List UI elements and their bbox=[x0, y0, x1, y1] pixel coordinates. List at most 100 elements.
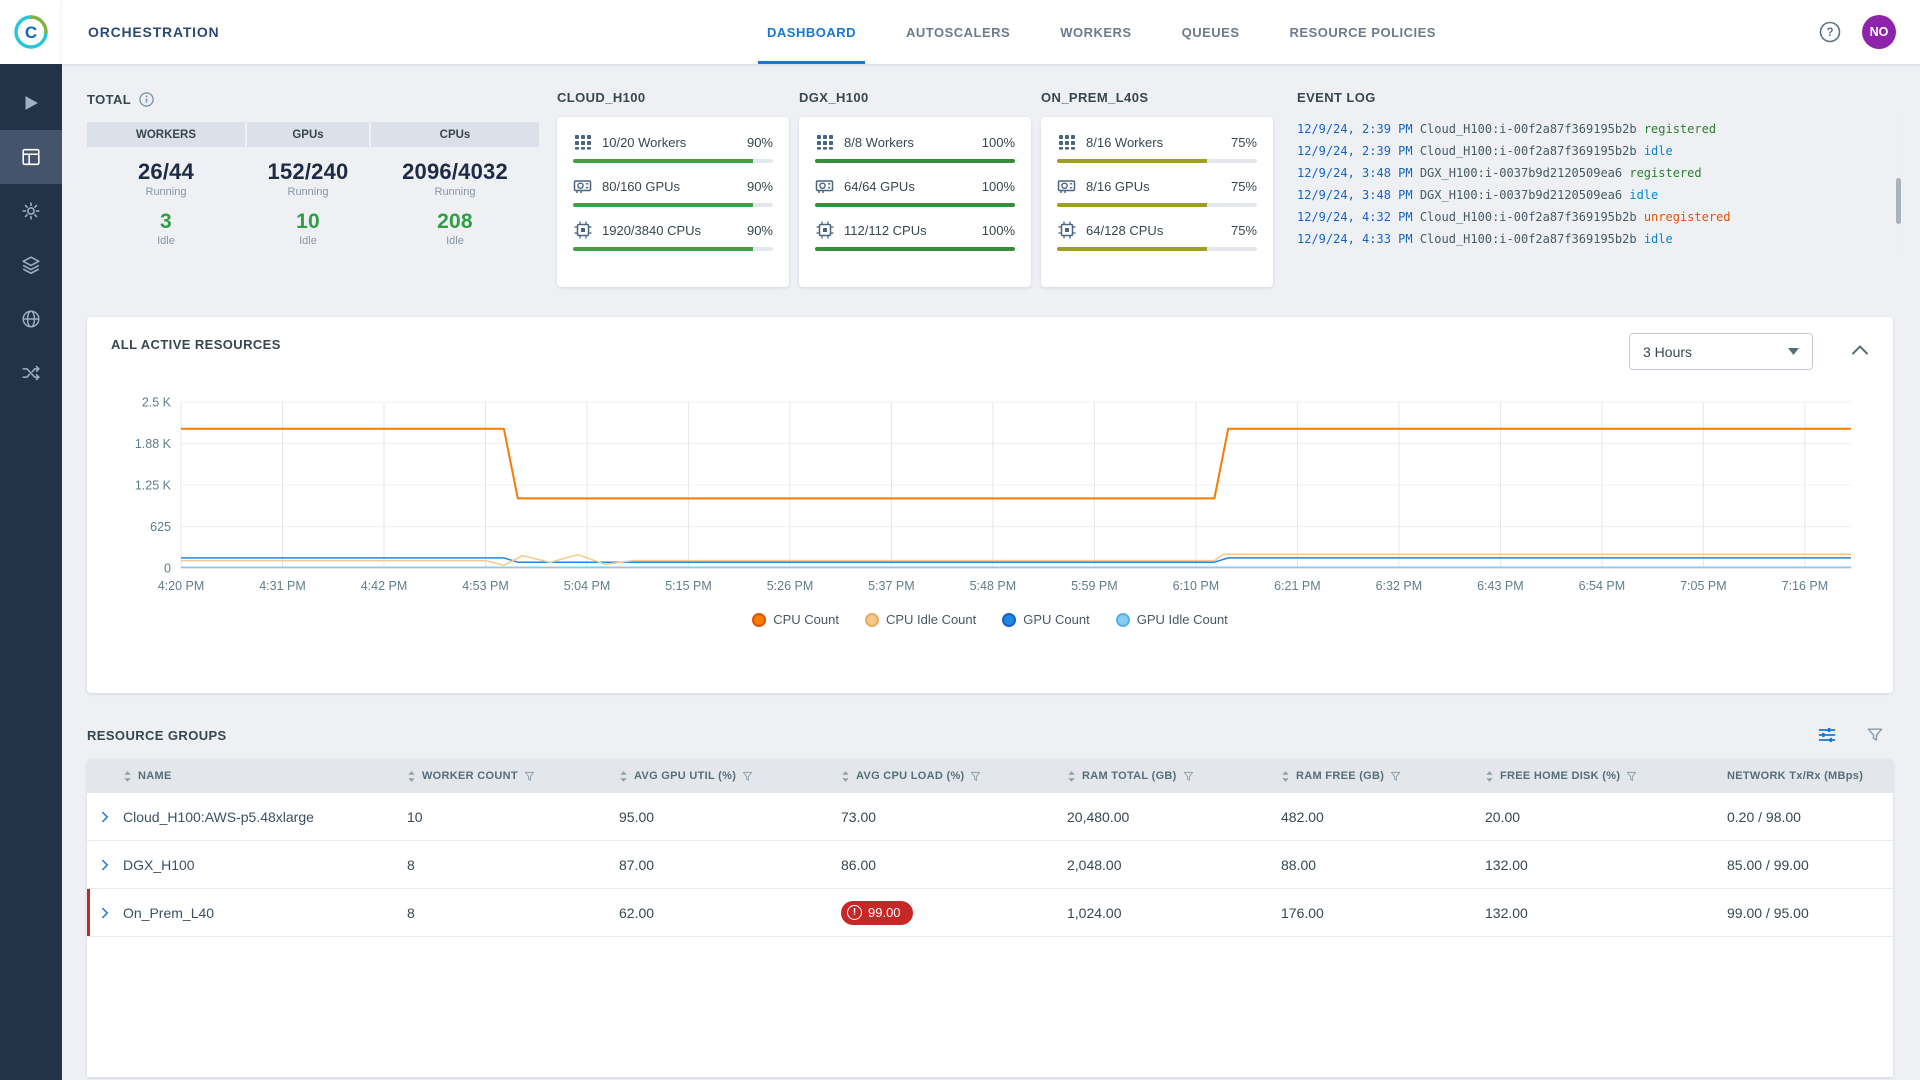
event-log-entry: 12/9/24, 3:48 PM DGX_H100:i-0037b9d21205… bbox=[1297, 184, 1893, 206]
svg-text:5:37 PM: 5:37 PM bbox=[868, 579, 915, 593]
legend-label: GPU Count bbox=[1023, 612, 1089, 627]
filter-icon[interactable] bbox=[970, 771, 981, 782]
page-title: ORCHESTRATION bbox=[88, 24, 219, 40]
idle-label: Idle bbox=[247, 235, 369, 247]
tab-dashboard[interactable]: DASHBOARD bbox=[742, 0, 881, 64]
cluster-title: DGX_H100 bbox=[799, 90, 1031, 105]
event-log-entry: 12/9/24, 2:39 PM Cloud_H100:i-00f2a87f36… bbox=[1297, 118, 1893, 140]
sidebar-item-launch[interactable] bbox=[0, 76, 62, 130]
column-header-avg-cpu-load[interactable]: AVG CPU LOAD (%) bbox=[841, 770, 1067, 783]
app-logo[interactable]: C bbox=[0, 0, 62, 64]
metric-percent: 100% bbox=[982, 223, 1015, 238]
event-timestamp: 12/9/24, 2:39 PM bbox=[1297, 122, 1413, 136]
column-header-avg-gpu-util[interactable]: AVG GPU UTIL (%) bbox=[619, 770, 841, 783]
metric-progress-bar bbox=[815, 203, 1015, 207]
total-column-cpus: CPUs2096/4032Running208Idle bbox=[371, 122, 539, 247]
tab-autoscalers[interactable]: AUTOSCALERS bbox=[881, 0, 1035, 64]
cluster-cards: CLOUD_H10010/20 Workers90%80/160 GPUs90%… bbox=[557, 90, 1283, 287]
sort-icon[interactable] bbox=[1485, 770, 1494, 783]
expand-row-button[interactable] bbox=[87, 856, 123, 874]
table-settings-button[interactable] bbox=[1817, 725, 1837, 745]
column-label: NAME bbox=[138, 770, 172, 782]
metric-label: 8/8 Workers bbox=[844, 135, 914, 150]
dashboard-icon bbox=[20, 146, 42, 168]
time-range-select[interactable]: 3 Hours bbox=[1629, 333, 1813, 370]
column-header-ram-total[interactable]: RAM TOTAL (GB) bbox=[1067, 770, 1281, 783]
sort-icon[interactable] bbox=[407, 770, 416, 783]
sort-icon[interactable] bbox=[1281, 770, 1290, 783]
filter-icon[interactable] bbox=[1626, 771, 1637, 782]
gpu-icon bbox=[1057, 176, 1077, 196]
cluster-metric: 64/64 GPUs100% bbox=[815, 176, 1015, 207]
resource-group-name: DGX_H100 bbox=[123, 857, 407, 873]
column-header-worker-count[interactable]: WORKER COUNT bbox=[407, 770, 619, 783]
expand-row-button[interactable] bbox=[87, 808, 123, 826]
tab-workers[interactable]: WORKERS bbox=[1035, 0, 1156, 64]
cell-network: 85.00 / 99.00 bbox=[1727, 857, 1893, 873]
metric-progress-bar bbox=[573, 203, 773, 207]
resource-policies-flow-icon bbox=[20, 362, 42, 384]
sidebar-item-dashboard[interactable] bbox=[0, 130, 62, 184]
metric-label: 64/64 GPUs bbox=[844, 179, 915, 194]
info-icon[interactable] bbox=[139, 92, 154, 107]
filter-icon[interactable] bbox=[742, 771, 753, 782]
svg-text:4:20 PM: 4:20 PM bbox=[158, 579, 205, 593]
column-header-network[interactable]: NETWORK Tx/Rx (MBps) bbox=[1727, 770, 1893, 782]
sidebar-item-resource-policies[interactable] bbox=[0, 346, 62, 400]
legend-label: CPU Count bbox=[773, 612, 839, 627]
resource-group-name: On_Prem_L40 bbox=[123, 905, 407, 921]
event-status: registered bbox=[1644, 122, 1716, 136]
event-log-scrollbar-thumb[interactable] bbox=[1896, 178, 1901, 224]
sidebar-item-resource-pools[interactable] bbox=[0, 292, 62, 346]
idle-label: Idle bbox=[371, 235, 539, 247]
event-resource: Cloud_H100:i-00f2a87f369195b2b bbox=[1420, 232, 1637, 246]
legend-item-cpu-count[interactable]: CPU Count bbox=[752, 612, 839, 627]
sidebar-item-queues[interactable] bbox=[0, 238, 62, 292]
svg-text:5:04 PM: 5:04 PM bbox=[564, 579, 611, 593]
column-header-ram-free[interactable]: RAM FREE (GB) bbox=[1281, 770, 1485, 783]
help-button[interactable]: ? bbox=[1818, 20, 1842, 44]
table-row-on-prem-l40: On_Prem_L40862.00!99.001,024.00176.00132… bbox=[87, 889, 1893, 937]
filter-icon[interactable] bbox=[524, 771, 535, 782]
metric-label: 80/160 GPUs bbox=[602, 179, 680, 194]
svg-text:0: 0 bbox=[164, 562, 171, 576]
metric-percent: 90% bbox=[747, 135, 773, 150]
clear-filters-button[interactable] bbox=[1865, 725, 1885, 745]
svg-text:6:43 PM: 6:43 PM bbox=[1477, 579, 1524, 593]
event-log-section: EVENT LOG 12/9/24, 2:39 PM Cloud_H100:i-… bbox=[1297, 90, 1893, 287]
alert-icon: ! bbox=[847, 905, 862, 920]
column-header-name[interactable]: NAME bbox=[123, 770, 407, 783]
collapse-chart-button[interactable] bbox=[1852, 345, 1868, 355]
avatar[interactable]: NO bbox=[1862, 15, 1896, 49]
resource-groups-table: NAME WORKER COUNTAVG GPU UTIL (%)AVG CPU … bbox=[87, 759, 1893, 1077]
sort-icon[interactable] bbox=[619, 770, 628, 783]
sort-icon[interactable] bbox=[1067, 770, 1076, 783]
tab-resource-policies[interactable]: RESOURCE POLICIES bbox=[1265, 0, 1461, 64]
svg-text:?: ? bbox=[1826, 27, 1833, 39]
sidebar-item-workers[interactable] bbox=[0, 184, 62, 238]
event-log-entry: 12/9/24, 4:33 PM Cloud_H100:i-00f2a87f36… bbox=[1297, 228, 1893, 250]
cluster-title: ON_PREM_L40S bbox=[1041, 90, 1273, 105]
workers-gear-icon bbox=[20, 200, 42, 222]
table-body: Cloud_H100:AWS-p5.48xlarge1095.0073.0020… bbox=[87, 793, 1893, 937]
sort-icon[interactable] bbox=[123, 770, 132, 783]
filter-icon[interactable] bbox=[1390, 771, 1401, 782]
expand-row-button[interactable] bbox=[87, 904, 123, 922]
cell-free-home-disk: 20.00 bbox=[1485, 809, 1727, 825]
running-count: 26/44 bbox=[87, 159, 245, 185]
metric-percent: 90% bbox=[747, 223, 773, 238]
event-status: idle bbox=[1644, 144, 1673, 158]
tab-queues[interactable]: QUEUES bbox=[1157, 0, 1265, 64]
column-header-free-home-disk[interactable]: FREE HOME DISK (%) bbox=[1485, 770, 1727, 783]
metric-label: 64/128 CPUs bbox=[1086, 223, 1163, 238]
legend-item-gpu-count[interactable]: GPU Count bbox=[1002, 612, 1089, 627]
sort-icon[interactable] bbox=[841, 770, 850, 783]
legend-item-gpu-idle-count[interactable]: GPU Idle Count bbox=[1116, 612, 1228, 627]
svg-text:625: 625 bbox=[150, 520, 171, 534]
metric-progress-bar bbox=[1057, 159, 1257, 163]
cpu-icon bbox=[1057, 220, 1077, 240]
filter-icon[interactable] bbox=[1183, 771, 1194, 782]
legend-item-cpu-idle-count[interactable]: CPU Idle Count bbox=[865, 612, 976, 627]
svg-text:4:42 PM: 4:42 PM bbox=[361, 579, 408, 593]
svg-text:5:59 PM: 5:59 PM bbox=[1071, 579, 1118, 593]
